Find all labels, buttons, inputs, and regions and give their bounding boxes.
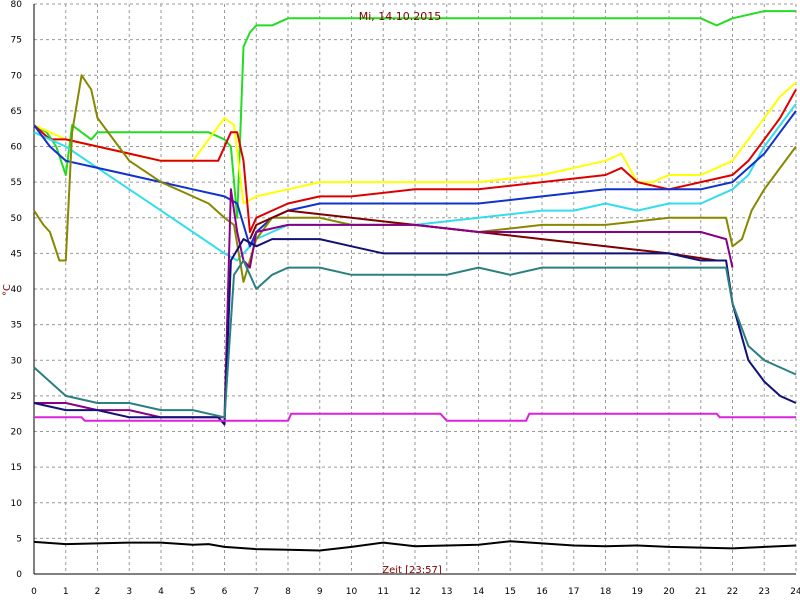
x-tick-label: 4 bbox=[158, 587, 164, 597]
x-tick-label: 16 bbox=[536, 587, 548, 597]
temperature-chart: 0 1 2 3 4 5 6 7 8 9 10 11 12 13 14 15 16 17 18 19 20 21 22 23 24… bbox=[2, 0, 800, 597]
x-tick-label: 18 bbox=[600, 587, 612, 597]
y-tick-label: 10 bbox=[11, 499, 23, 509]
series-line-10 bbox=[33, 259, 797, 419]
x-tick-label: 5 bbox=[190, 587, 196, 597]
y-tick-label: 30 bbox=[11, 356, 23, 366]
x-tick-label: 20 bbox=[663, 587, 675, 597]
y-tick-label: 70 bbox=[11, 71, 23, 81]
x-tick-label: 13 bbox=[441, 587, 452, 597]
x-tick-label: 23 bbox=[759, 587, 770, 597]
chart-title: Mi, 14.10.2015 bbox=[359, 10, 442, 23]
y-tick-label: 0 bbox=[16, 570, 22, 580]
y-tick-label: 15 bbox=[11, 463, 22, 473]
series-line-12 bbox=[33, 540, 797, 552]
x-tick-label: 0 bbox=[31, 587, 37, 597]
x-tick-label: 2 bbox=[95, 587, 101, 597]
x-tick-label: 22 bbox=[727, 587, 738, 597]
y-tick-label: 55 bbox=[11, 178, 22, 188]
x-tick-label: 21 bbox=[695, 587, 706, 597]
y-tick-label: 80 bbox=[11, 0, 23, 10]
x-tick-label: 17 bbox=[568, 587, 579, 597]
x-tick-label: 24 bbox=[790, 587, 800, 597]
y-tick-label: 35 bbox=[11, 321, 22, 331]
y-axis-label: °C bbox=[2, 284, 13, 296]
y-tick-label: 75 bbox=[11, 36, 22, 46]
y-tick-label: 45 bbox=[11, 249, 22, 259]
y-tick-label: 60 bbox=[11, 143, 23, 153]
x-axis-label: Zeit [23:57] bbox=[382, 565, 442, 576]
y-tick-label: 25 bbox=[11, 392, 22, 402]
x-tick-label: 10 bbox=[346, 587, 358, 597]
x-tick-label: 14 bbox=[473, 587, 485, 597]
x-tick-label: 15 bbox=[505, 587, 516, 597]
x-tick-label: 12 bbox=[409, 587, 420, 597]
x-tick-label: 1 bbox=[63, 587, 69, 597]
x-tick-label: 3 bbox=[126, 587, 132, 597]
x-tick-label: 7 bbox=[253, 587, 259, 597]
y-tick-label: 50 bbox=[11, 214, 23, 224]
x-tick-label: 6 bbox=[222, 587, 228, 597]
y-tick-label: 5 bbox=[16, 534, 22, 544]
x-tick-label: 9 bbox=[317, 587, 323, 597]
x-tick-label: 19 bbox=[632, 587, 644, 597]
y-tick-label: 20 bbox=[11, 428, 23, 438]
y-tick-label: 65 bbox=[11, 107, 22, 117]
x-tick-label: 8 bbox=[285, 587, 291, 597]
grid-lines bbox=[33, 3, 797, 575]
x-tick-label: 11 bbox=[378, 587, 389, 597]
